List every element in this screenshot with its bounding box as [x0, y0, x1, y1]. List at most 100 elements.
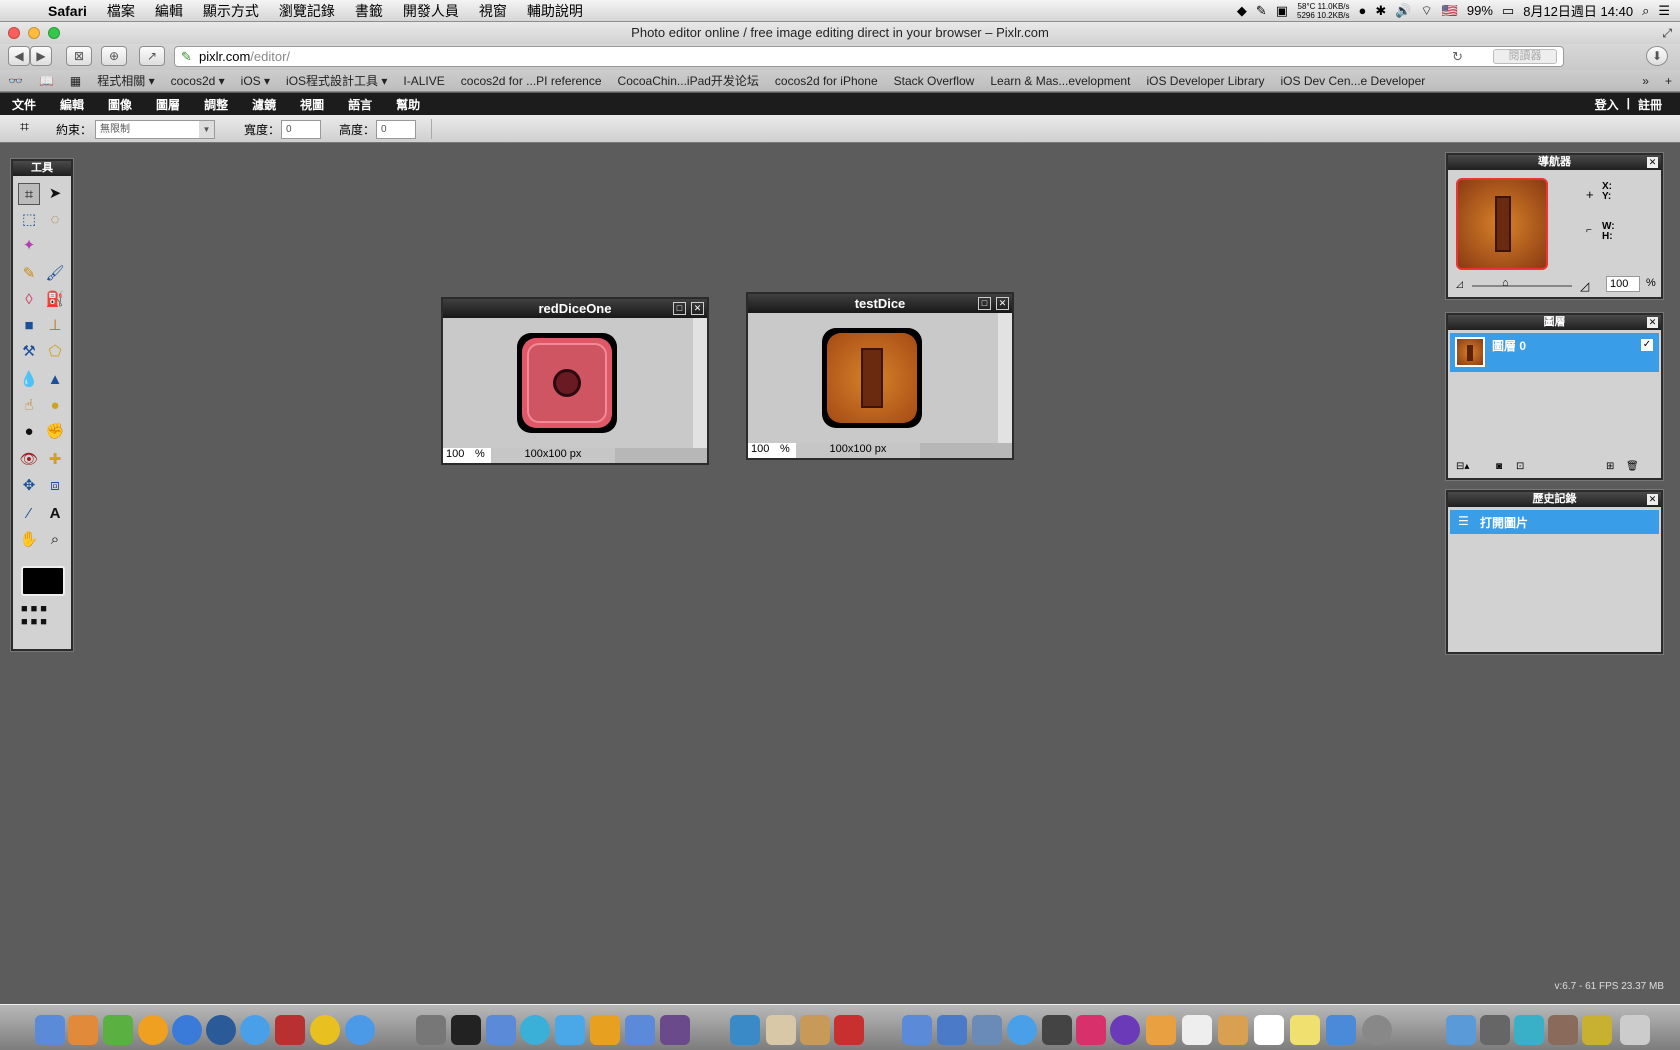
pencil-tool-icon[interactable]: ✎	[18, 263, 40, 285]
illustrator-icon[interactable]	[590, 1015, 620, 1045]
pixlr-menu-edit[interactable]: 編輯	[48, 96, 96, 113]
preview-photo-icon[interactable]	[972, 1015, 1002, 1045]
add-bookmark-button[interactable]: ⊕	[101, 46, 127, 66]
drawing-tool-icon[interactable]: ⬠	[44, 341, 66, 363]
red-eye-tool-icon[interactable]: 👁	[18, 449, 40, 471]
layer-style-icon[interactable]: ⊡	[1516, 461, 1524, 472]
zoom-window-button[interactable]	[48, 27, 60, 39]
evernote-icon[interactable]: ✎	[1256, 3, 1267, 19]
layer-name[interactable]: 圖層 0	[1492, 337, 1526, 354]
safari-icon[interactable]	[345, 1015, 375, 1045]
reader-button[interactable]: 閱讀器	[1493, 49, 1557, 64]
menu-history[interactable]: 瀏覽記錄	[269, 1, 345, 21]
installer-icon[interactable]	[1326, 1015, 1356, 1045]
bluetooth-icon[interactable]: ✱	[1375, 3, 1386, 19]
zoom-tool-icon[interactable]: ⌕	[44, 529, 66, 551]
grid-options-icon[interactable]: ■■■ ■■■	[21, 603, 65, 631]
chrome-icon[interactable]	[310, 1015, 340, 1045]
calendar-icon[interactable]	[1182, 1015, 1212, 1045]
bookmark-item[interactable]: cocos2d ▾	[163, 74, 233, 88]
brush-app-icon[interactable]	[800, 1015, 830, 1045]
move-tool-icon[interactable]: ➤	[44, 183, 66, 205]
dropbox-icon[interactable]: ◆	[1237, 3, 1247, 19]
clock[interactable]: 8月12日週日 14:40	[1523, 1, 1633, 20]
globe-icon[interactable]	[206, 1015, 236, 1045]
bookmark-item[interactable]: iOS Developer Library	[1138, 74, 1272, 88]
heart-app-icon[interactable]	[1076, 1015, 1106, 1045]
bookmark-item[interactable]: Stack Overflow	[886, 74, 983, 88]
spot-heal-tool-icon[interactable]: ✚	[44, 449, 66, 471]
menu-help[interactable]: 輔助說明	[517, 1, 593, 21]
zoom-slider[interactable]	[1472, 285, 1572, 287]
pixlr-menu-layer[interactable]: 圖層	[144, 96, 192, 113]
close-icon[interactable]: ✕	[691, 302, 704, 315]
camera-app-icon[interactable]	[1042, 1015, 1072, 1045]
bookmark-item[interactable]: CocoaChin...iPad开发论坛	[610, 72, 767, 89]
xcode-icon[interactable]	[625, 1015, 655, 1045]
navigator-zoom-input[interactable]: 100	[1606, 276, 1640, 292]
layer-visibility-checkbox[interactable]: ✓	[1641, 339, 1653, 351]
color-picker-tool-icon[interactable]: ⁄	[18, 503, 40, 525]
clone-stamp-tool-icon[interactable]: ⊥	[44, 315, 66, 337]
share-button[interactable]: ↗	[139, 46, 165, 66]
contacts-icon[interactable]	[1218, 1015, 1248, 1045]
close-icon[interactable]: ✕	[1647, 317, 1658, 328]
terminal-icon[interactable]	[451, 1015, 481, 1045]
scrollbar[interactable]	[693, 318, 707, 452]
burn-tool-icon[interactable]: ✊	[44, 421, 66, 443]
test-dice-image[interactable]	[822, 328, 922, 428]
xcode-tool-icon[interactable]	[103, 1015, 133, 1045]
width-input[interactable]: 0	[281, 120, 321, 139]
top-sites-button[interactable]: ⊠	[66, 46, 92, 66]
menu-bookmarks[interactable]: 書籤	[345, 1, 393, 21]
constraint-select[interactable]: 無限制 ▼	[95, 120, 215, 139]
maximize-icon[interactable]: □	[978, 297, 991, 310]
crop-tool-icon[interactable]: ⌗	[18, 183, 40, 205]
app-store-icon[interactable]	[172, 1015, 202, 1045]
back-button[interactable]: ◀	[8, 46, 30, 66]
doc-window-testDice[interactable]: testDice □ ✕ 100 % 100x100 px	[746, 292, 1014, 460]
pixlr-menu-image[interactable]: 圖像	[96, 96, 144, 113]
close-window-button[interactable]	[8, 27, 20, 39]
slides-app-icon[interactable]	[1146, 1015, 1176, 1045]
zoom-slider-thumb[interactable]: ⌂	[1502, 277, 1509, 289]
pixlr-menu-file[interactable]: 文件	[0, 96, 48, 113]
register-link[interactable]: 註冊	[1638, 96, 1662, 113]
brush-tool-icon[interactable]: 🖌	[44, 263, 66, 285]
zoom-field[interactable]: 100	[748, 443, 784, 458]
messages-icon[interactable]	[1007, 1015, 1037, 1045]
doc-window-redDiceOne[interactable]: redDiceOne □ ✕ 100 % 100x100 px	[441, 297, 709, 465]
desktop-stack-icon[interactable]	[1582, 1015, 1612, 1045]
applications-folder-icon[interactable]	[1446, 1015, 1476, 1045]
finder-icon[interactable]	[35, 1015, 65, 1045]
color-replace-tool-icon[interactable]: ⚒	[18, 341, 40, 363]
close-icon[interactable]: ✕	[1647, 494, 1658, 505]
menu-develop[interactable]: 開發人員	[393, 1, 469, 21]
lasso-tool-icon[interactable]: ◌	[44, 209, 66, 231]
cat-app-icon[interactable]	[660, 1015, 690, 1045]
downloads-button[interactable]: ⬇	[1646, 46, 1668, 66]
layer-settings-icon[interactable]: ⊟▴	[1456, 461, 1469, 472]
volume-icon[interactable]: 🔊	[1395, 3, 1411, 19]
smudge-tool-icon[interactable]: ☝	[18, 395, 40, 417]
pixlr-menu-language[interactable]: 語言	[336, 96, 384, 113]
zoom-out-icon[interactable]: ◿	[1456, 279, 1463, 290]
textedit-icon[interactable]	[1254, 1015, 1284, 1045]
bookmark-item[interactable]: cocos2d for iPhone	[767, 74, 886, 88]
documents-stack-icon[interactable]	[1514, 1015, 1544, 1045]
height-input[interactable]: 0	[376, 120, 416, 139]
pixlr-menu-view[interactable]: 視圖	[288, 96, 336, 113]
bookmark-item[interactable]: iOS Dev Cen...e Developer	[1273, 74, 1434, 88]
dictionary-icon[interactable]	[275, 1015, 305, 1045]
gradient-tool-icon[interactable]: ■	[18, 315, 40, 337]
new-tab-button[interactable]: +	[1657, 74, 1680, 88]
close-icon[interactable]: ✕	[996, 297, 1009, 310]
stickies-icon[interactable]	[1290, 1015, 1320, 1045]
trash-icon[interactable]: 🗑	[1626, 461, 1639, 472]
navigator-thumbnail[interactable]	[1456, 178, 1548, 270]
address-bar[interactable]: ✎ pixlr.com/editor/ ↻ 閱讀器	[174, 46, 1564, 67]
hand-tool-icon[interactable]: ✋	[18, 529, 40, 551]
menu-app-safari[interactable]: Safari	[38, 3, 97, 19]
cat-icon[interactable]: ●	[1359, 3, 1367, 18]
layer-mask-icon[interactable]: ◙	[1496, 461, 1502, 472]
